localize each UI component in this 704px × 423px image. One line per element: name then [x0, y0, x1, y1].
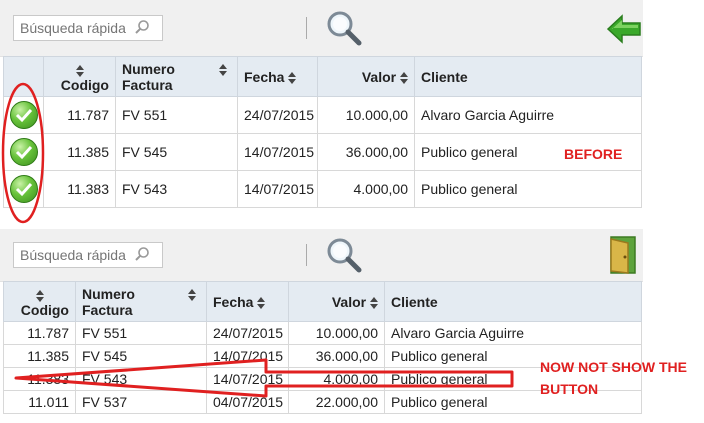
sort-icon[interactable]: [288, 71, 297, 84]
table-row[interactable]: 11.787 FV 551 24/07/2015 10.000,00 Alvar…: [3, 96, 642, 134]
fecha-cell: 14/07/2015: [237, 133, 318, 171]
codigo-cell: 11.787: [3, 321, 76, 345]
sort-icon[interactable]: [400, 71, 408, 84]
fecha-column-header[interactable]: Fecha: [237, 56, 318, 97]
bottom-search-input[interactable]: [20, 247, 130, 263]
table-row[interactable]: 11.383 FV 543 14/07/2015 4.000,00 Public…: [3, 170, 642, 208]
table-row[interactable]: 11.385 FV 545 14/07/2015 36.000,00 Publi…: [3, 133, 642, 171]
codigo-cell: 11.383: [43, 170, 116, 208]
valor-cell: 4.000,00: [317, 170, 415, 208]
numero-cell: FV 545: [115, 133, 238, 171]
now-not-show-label-line2: BUTTON: [540, 381, 599, 397]
toolbar-separator: [306, 244, 307, 266]
numero-cell: FV 543: [115, 170, 238, 208]
numero-column-header[interactable]: Numero Factura: [115, 56, 238, 97]
codigo-column-header[interactable]: Codigo: [43, 56, 116, 97]
fecha-cell: 14/07/2015: [237, 170, 318, 208]
cliente-column-header[interactable]: Cliente: [414, 56, 642, 97]
back-arrow-icon[interactable]: [606, 13, 642, 48]
bottom-search-field[interactable]: [13, 242, 163, 268]
sort-icon[interactable]: [35, 290, 44, 302]
top-panel: Codigo NumeroFactura Fecha Valor Cliente…: [0, 0, 643, 208]
valor-cell: 36.000,00: [317, 133, 415, 171]
exit-door-icon[interactable]: [608, 235, 638, 278]
top-invoice-grid: Codigo Numero Factura Fecha Valor Cliente…: [3, 56, 642, 208]
codigo-column-header[interactable]: Codigo: [3, 281, 76, 322]
search-icon[interactable]: [134, 19, 150, 38]
before-label: BEFORE: [564, 146, 623, 162]
top-header-row: Codigo Numero Factura Fecha Valor Cliente: [3, 56, 642, 97]
table-row[interactable]: 11.787 FV 551 24/07/2015 10.000,00 Alvar…: [3, 321, 642, 345]
magnifier-search-icon[interactable]: [325, 9, 363, 50]
codigo-cell: 11.787: [43, 96, 116, 134]
top-search-input[interactable]: [20, 20, 130, 36]
bottom-header-row: Codigo Numero Factura Fecha Valor Cliente: [3, 281, 642, 322]
sort-icon[interactable]: [219, 64, 227, 76]
valor-column-header[interactable]: Valor: [317, 56, 415, 97]
numero-cell: FV 551: [115, 96, 238, 134]
cliente-cell: Alvaro Garcia Aguirre: [414, 96, 642, 134]
sort-icon[interactable]: [188, 289, 196, 301]
magnifier-search-icon[interactable]: [325, 236, 363, 277]
valor-cell: 10.000,00: [317, 96, 415, 134]
top-search-field[interactable]: [13, 15, 163, 41]
cliente-column-header[interactable]: Cliente: [384, 281, 642, 322]
sort-icon[interactable]: [370, 296, 378, 309]
search-icon[interactable]: [134, 246, 150, 265]
valor-column-header[interactable]: Valor: [288, 281, 385, 322]
toolbar-separator: [306, 17, 307, 39]
sort-icon[interactable]: [257, 296, 266, 309]
now-not-show-label-line1: NOW NOT SHOW THE: [540, 359, 687, 375]
sort-icon[interactable]: [75, 65, 84, 77]
cliente-cell: Publico general: [414, 170, 642, 208]
numero-cell: FV 551: [75, 321, 207, 345]
valor-cell: 10.000,00: [288, 321, 385, 345]
numero-column-header[interactable]: Numero Factura: [75, 281, 207, 322]
fecha-cell: 24/07/2015: [206, 321, 289, 345]
red-arrow-annotation: [14, 358, 514, 398]
red-ellipse-annotation: [1, 82, 45, 224]
fecha-column-header[interactable]: Fecha: [206, 281, 289, 322]
fecha-cell: 24/07/2015: [237, 96, 318, 134]
codigo-cell: 11.385: [43, 133, 116, 171]
cliente-cell: Alvaro Garcia Aguirre: [384, 321, 642, 345]
